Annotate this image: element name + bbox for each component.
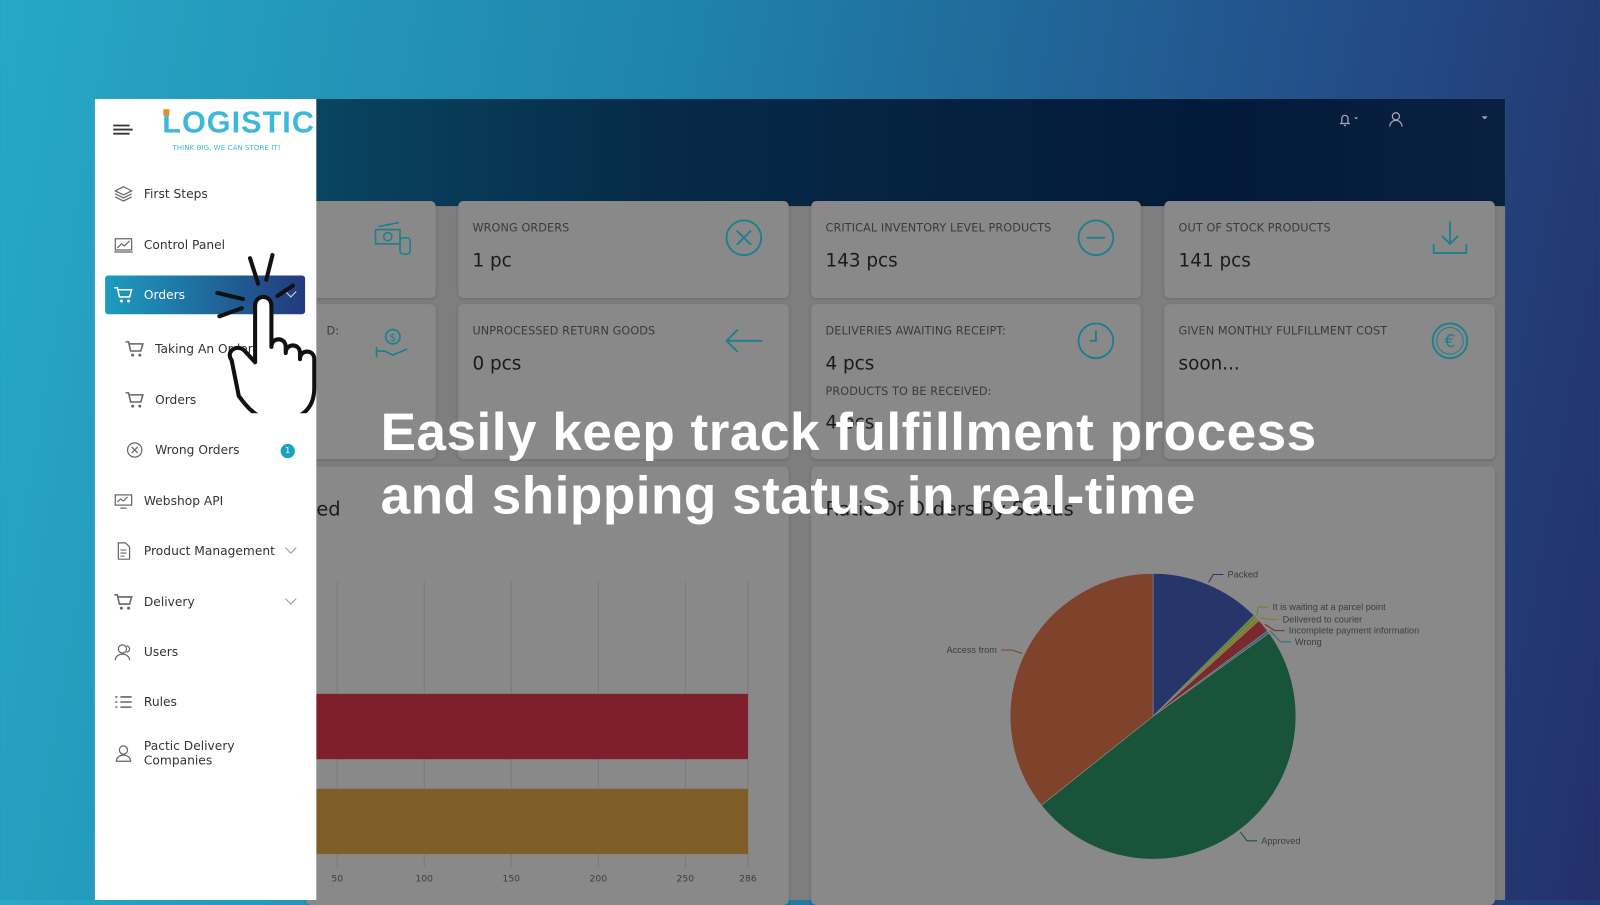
list-icon — [113, 692, 133, 712]
count-badge: 1 — [280, 443, 295, 459]
slice-label: Delivered to courier — [1283, 614, 1363, 624]
leader-line — [1264, 623, 1285, 632]
sidebar-item-label: Orders — [143, 287, 186, 303]
leader-line — [1259, 617, 1279, 620]
layers-icon — [113, 184, 134, 204]
cart-icon — [124, 390, 144, 410]
logo[interactable]: LOGISTIC THINK BIG, WE CAN STORE IT! — [162, 107, 315, 152]
monitor-icon — [113, 491, 133, 511]
chevron-down-icon[interactable] — [285, 542, 297, 554]
sidebar-item-first-steps[interactable]: First Steps — [105, 174, 305, 213]
promo-headline: Easily keep track fulfillment process an… — [380, 403, 1317, 526]
x-circle-icon — [124, 440, 144, 460]
slice-label: Wrong — [1295, 637, 1322, 647]
sidebar-item-rules[interactable]: Rules — [105, 683, 305, 722]
hamburger-menu-icon[interactable] — [112, 123, 134, 137]
sidebar-item-label: Pactic Delivery Companies — [143, 738, 235, 768]
leader-line — [1208, 573, 1224, 583]
slice-label: Approved — [1261, 836, 1300, 846]
sidebar-item-wrong-orders[interactable]: Wrong Orders 1 — [105, 431, 305, 470]
cart-icon — [113, 592, 133, 612]
sidebar-item-users[interactable]: Users — [105, 633, 305, 672]
sidebar-item-label: Wrong Orders — [155, 442, 240, 458]
delivery-person-icon — [113, 743, 133, 763]
cart-icon — [113, 285, 133, 305]
sidebar-item-webshop-api[interactable]: Webshop API — [105, 482, 305, 521]
sidebar-item-label: First Steps — [143, 186, 208, 202]
sidebar-item-product-management[interactable]: Product Management — [105, 532, 305, 571]
sidebar-item-label: Product Management — [143, 543, 275, 559]
leader-line — [1256, 606, 1269, 616]
hand-pointer-icon — [215, 253, 317, 414]
slice-label: Packed — [1228, 570, 1259, 580]
leader-line — [1001, 649, 1023, 654]
sidebar: LOGISTIC THINK BIG, WE CAN STORE IT! Fir… — [94, 98, 317, 900]
sidebar-item-label: Rules — [143, 694, 177, 710]
chevron-down-icon[interactable] — [285, 593, 297, 605]
slice-label: It is waiting at a parcel point — [1272, 602, 1386, 612]
slice-label: Access from — [946, 645, 997, 655]
sidebar-item-delivery[interactable]: Delivery — [105, 583, 305, 622]
users-icon — [113, 642, 133, 662]
chart-screen-icon — [113, 235, 133, 255]
leader-line — [1240, 831, 1258, 842]
document-icon — [113, 541, 133, 561]
sidebar-item-label: Users — [143, 644, 179, 660]
slice-label: Incomplete payment information — [1289, 626, 1420, 636]
sidebar-item-pactic-delivery-companies[interactable]: Pactic Delivery Companies — [105, 734, 305, 773]
cart-icon — [124, 339, 144, 359]
sidebar-item-label: Delivery — [143, 594, 195, 610]
sidebar-item-label: Orders — [155, 392, 197, 408]
sidebar-item-label: Webshop API — [143, 493, 224, 509]
